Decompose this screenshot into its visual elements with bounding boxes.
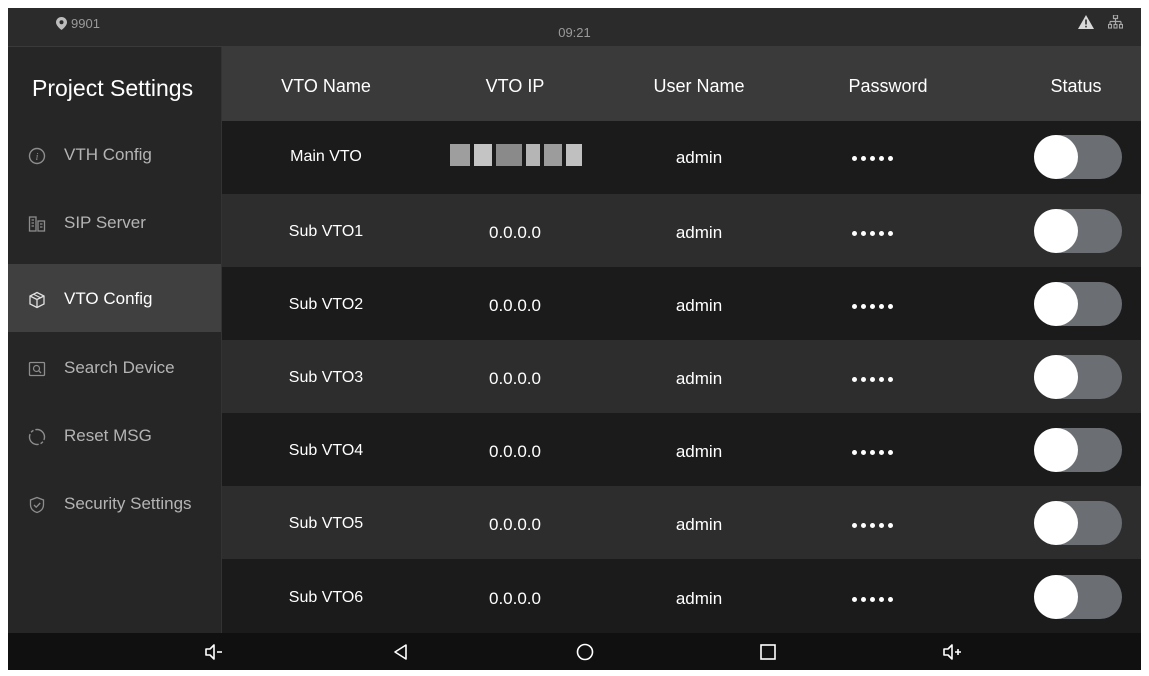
vto-name-cell: Sub VTO4 [288,442,364,459]
sidebar-item-label: VTH Config [64,145,152,164]
vto-name-cell: Sub VTO2 [288,296,364,313]
volume-down-icon[interactable] [204,642,224,662]
server-icon [28,216,46,232]
home-icon[interactable] [575,642,595,662]
vto-ip-cell: 0.0.0.0 [489,515,541,534]
user-name-cell: admin [675,369,723,388]
vto-name-cell: Sub VTO5 [288,515,364,532]
column-header-vto-name: VTO Name [281,76,371,96]
toggle-knob [1034,209,1078,253]
volume-up-icon[interactable] [942,642,962,662]
vto-ip-cell: 0.0.0.0 [489,589,541,608]
search-device-icon [28,361,46,377]
vto-name-cell: Sub VTO1 [288,223,364,240]
vto-ip-cell: 0.0.0.0 [489,223,541,242]
user-name-cell: admin [675,515,723,534]
table-row[interactable]: Sub VTO6 0.0.0.0 admin [222,559,1141,633]
status-toggle[interactable] [1034,209,1122,253]
vto-ip-cell: 0.0.0.0 [489,442,541,461]
vto-table: VTO Name VTO IP User Name Password Statu… [222,47,1141,633]
column-header-status: Status [1050,76,1102,96]
sidebar-item-security-settings[interactable]: Security Settings [8,492,221,559]
vto-name-cell: Sub VTO3 [288,369,364,386]
sidebar-item-label: Security Settings [64,494,192,513]
sidebar-item-reset-msg[interactable]: Reset MSG [8,424,221,491]
shield-icon [29,496,45,514]
svg-text:i: i [36,152,39,163]
vto-ip-cell: 0.0.0.0 [489,296,541,315]
page-title: Project Settings [32,75,194,101]
back-icon[interactable] [391,642,411,662]
password-mask [852,597,893,602]
status-bar: 9901 09:21 [8,8,1141,47]
cube-icon [29,291,45,309]
password-mask [852,450,893,455]
toggle-knob [1034,135,1078,179]
toggle-knob [1034,575,1078,619]
sidebar-item-label: VTO Config [64,289,153,308]
reset-icon [28,428,46,446]
status-toggle[interactable] [1034,135,1122,179]
vto-ip-cell-masked [450,144,582,166]
table-row[interactable]: Main VTO admin [222,121,1141,194]
sidebar-item-label: Reset MSG [64,426,152,445]
password-mask [852,377,893,382]
toggle-knob [1034,355,1078,399]
sidebar-item-vth-config[interactable]: i VTH Config [8,143,221,210]
table-row[interactable]: Sub VTO2 0.0.0.0 admin [222,267,1141,340]
column-header-vto-ip: VTO IP [485,76,545,96]
toggle-knob [1034,428,1078,472]
table-row[interactable]: Sub VTO3 0.0.0.0 admin [222,340,1141,413]
user-name-cell: admin [675,442,723,461]
sidebar-item-label: Search Device [64,358,175,377]
user-name-cell: admin [675,589,723,608]
column-header-user-name: User Name [653,76,745,96]
device-screen: 9901 09:21 Project Settings i VTH Config… [8,8,1141,670]
status-toggle[interactable] [1034,501,1122,545]
status-toggle[interactable] [1034,575,1122,619]
clock: 09:21 [558,25,591,40]
recents-icon[interactable] [758,642,778,662]
password-mask [852,156,893,161]
password-mask [852,523,893,528]
vto-ip-cell: 0.0.0.0 [489,369,541,388]
status-toggle[interactable] [1034,282,1122,326]
network-icon[interactable] [1108,15,1123,29]
vto-name-cell: Sub VTO6 [288,589,364,606]
password-mask [852,304,893,309]
sidebar: Project Settings i VTH Config SIP Server [8,47,222,633]
table-row[interactable]: Sub VTO4 0.0.0.0 admin [222,413,1141,486]
sidebar-item-search-device[interactable]: Search Device [8,356,221,423]
table-header: VTO Name VTO IP User Name Password Statu… [222,47,1141,121]
user-name-cell: admin [675,223,723,242]
toggle-knob [1034,501,1078,545]
sidebar-item-label: SIP Server [64,213,146,232]
user-name-cell: admin [675,148,723,167]
vto-name-cell: Main VTO [290,148,362,165]
table-row[interactable]: Sub VTO5 0.0.0.0 admin [222,486,1141,559]
alert-icon[interactable] [1078,15,1094,29]
system-nav-bar [8,633,1141,670]
status-toggle[interactable] [1034,428,1122,472]
info-icon: i [28,147,46,165]
password-mask [852,231,893,236]
toggle-knob [1034,282,1078,326]
column-header-password: Password [848,76,928,96]
table-row[interactable]: Sub VTO1 0.0.0.0 admin [222,194,1141,267]
sidebar-item-vto-config[interactable]: VTO Config [8,264,221,332]
status-toggle[interactable] [1034,355,1122,399]
user-name-cell: admin [675,296,723,315]
